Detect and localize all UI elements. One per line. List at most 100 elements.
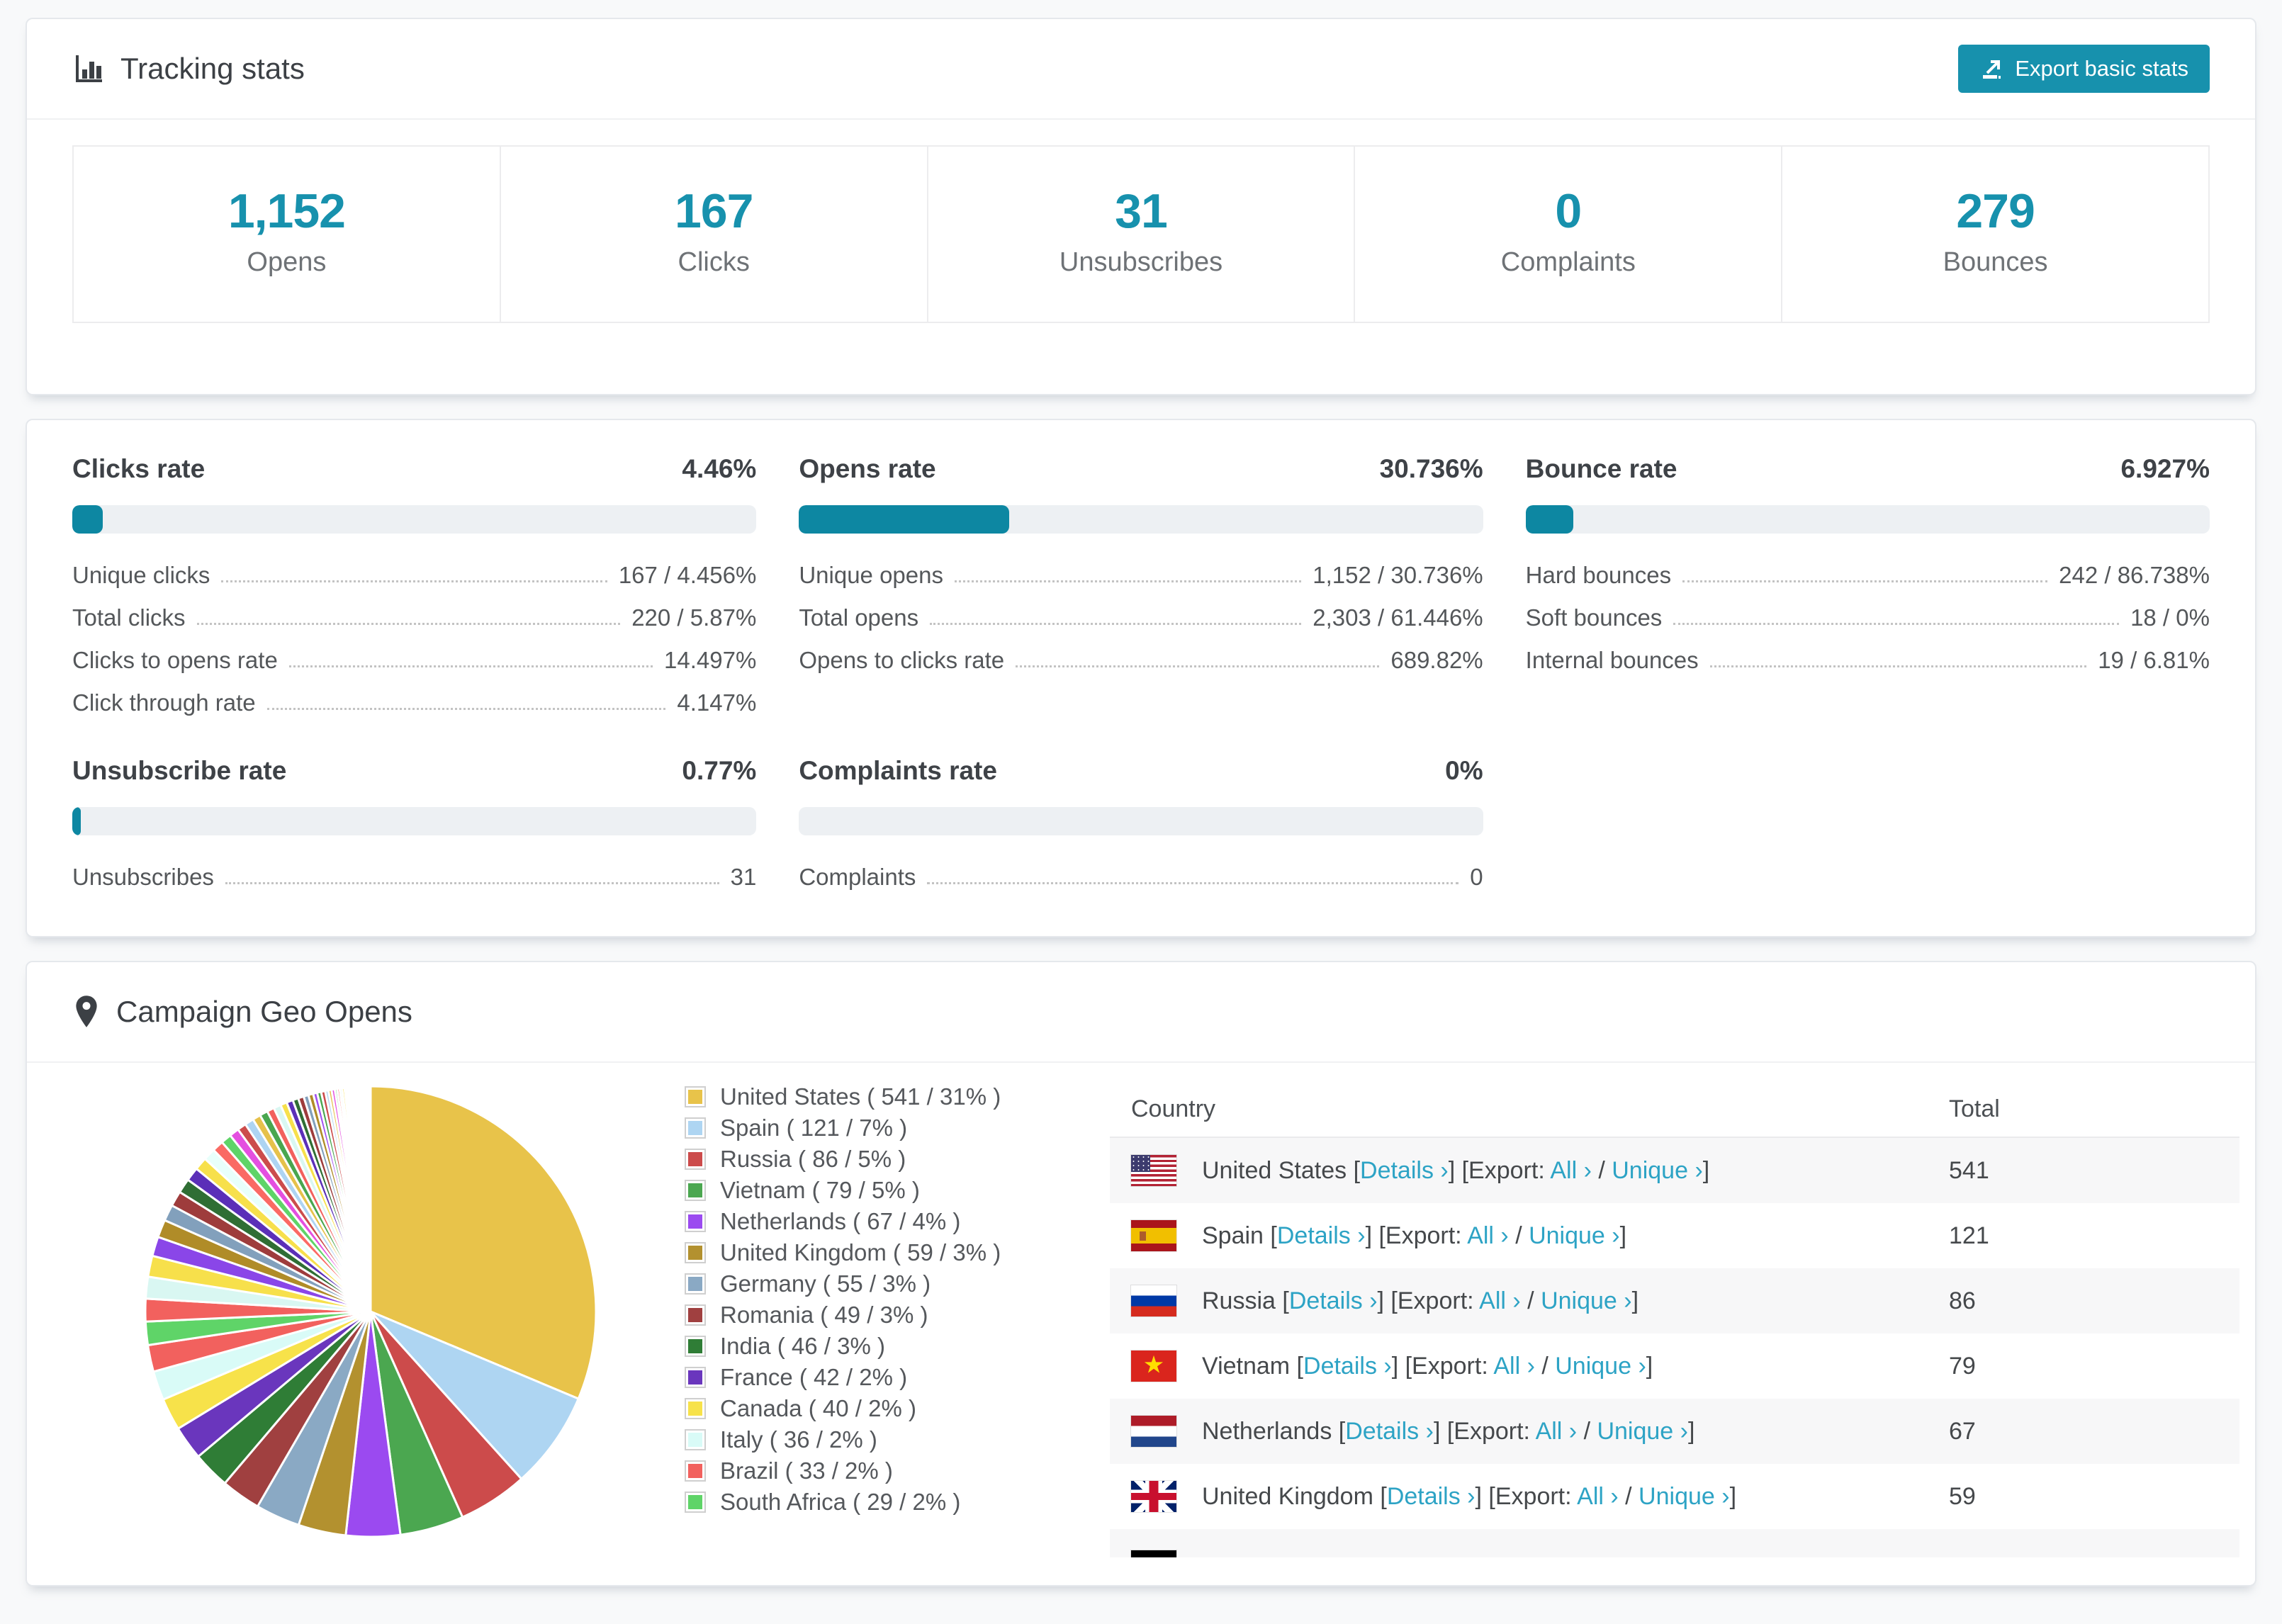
page-title: Tracking stats (120, 52, 305, 85)
bounce-rate-bar-fill (1525, 505, 1573, 534)
opens-rate-title: Opens rate (799, 454, 936, 483)
legend-item: South Africa ( 29 / 2% ) (685, 1487, 1081, 1518)
legend-label: Canada ( 40 / 2% ) (720, 1395, 916, 1421)
opens-rate-row: Total opens 2,303 / 61.446% (799, 604, 1483, 631)
stat-bounces-value: 279 (1956, 184, 2035, 238)
flag-gb-icon (1131, 1481, 1176, 1512)
details-link[interactable]: Details › (1360, 1157, 1449, 1184)
clicks-rate-title: Clicks rate (72, 454, 206, 483)
legend-item: Netherlands ( 67 / 4% ) (685, 1206, 1081, 1237)
dotted-leader (1682, 580, 2048, 582)
dotted-leader (1673, 623, 2120, 625)
complaints-rate-section: Complaints rate 0% Complaints 0 (799, 756, 1483, 891)
export-all-link[interactable]: All › (1493, 1353, 1535, 1380)
details-link[interactable]: Details › (1345, 1418, 1434, 1445)
export-unique-link[interactable]: Unique › (1555, 1353, 1646, 1380)
stat-clicks-value: 167 (674, 184, 753, 238)
dotted-leader (266, 708, 666, 710)
clicks-rate-row: Unique clicks 167 / 4.456% (72, 562, 757, 588)
bounce-rate-bar (1525, 505, 2210, 534)
bounce-rate-row: Hard bounces 242 / 86.738% (1525, 562, 2210, 588)
export-all-link[interactable]: All › (1577, 1483, 1619, 1510)
legend-item: Germany ( 55 / 3% ) (685, 1268, 1081, 1299)
clicks-rate-row: Clicks to opens rate 14.497% (72, 647, 757, 673)
legend-label: France ( 42 / 2% ) (720, 1364, 908, 1390)
export-unique-link[interactable]: Unique › (1597, 1418, 1688, 1445)
tracking-stats-title-wrap: Tracking stats (72, 52, 305, 86)
details-link[interactable]: Details › (1277, 1222, 1366, 1249)
export-basic-stats-button[interactable]: Export basic stats (1958, 45, 2210, 93)
stat-opens-value: 1,152 (227, 184, 346, 238)
export-all-link[interactable]: All › (1550, 1157, 1592, 1184)
bounce-rate-value: 6.927% (2120, 454, 2210, 483)
dotted-leader (288, 665, 653, 667)
legend-item: United Kingdom ( 59 / 3% ) (685, 1237, 1081, 1268)
unsubscribe-rate-title: Unsubscribe rate (72, 756, 287, 785)
export-unique-link[interactable]: Unique › (1639, 1483, 1730, 1510)
legend-swatch (685, 1180, 706, 1201)
bounce-rate-section: Bounce rate 6.927% Hard bounces 242 / 86… (1525, 454, 2210, 716)
unsubscribe-rate-section: Unsubscribe rate 0.77% Unsubscribes 31 (72, 756, 757, 891)
stat-clicks: 167 Clicks (501, 147, 928, 322)
clicks-rate-bar (72, 505, 757, 534)
details-link[interactable]: Details › (1289, 1287, 1378, 1314)
clicks-rate-bar-fill (72, 505, 103, 534)
tracking-stats-header: Tracking stats Export basic stats (27, 19, 2255, 118)
legend-item: United States ( 541 / 31% ) (685, 1081, 1081, 1112)
legend-swatch (685, 1336, 706, 1357)
opens-rate-value: 30.736% (1379, 454, 1483, 483)
row-total: 86 (1949, 1287, 1976, 1314)
flag-de-icon (1131, 1550, 1176, 1557)
export-unique-link[interactable]: Unique › (1529, 1222, 1620, 1249)
stat-complaints-label: Complaints (1500, 247, 1636, 277)
row-total: 541 (1949, 1156, 1989, 1184)
dotted-leader (1709, 665, 2087, 667)
export-all-link[interactable]: All › (1479, 1287, 1521, 1314)
legend-label: Spain ( 121 / 7% ) (720, 1115, 908, 1141)
row-total: 59 (1949, 1482, 1976, 1510)
page: Tracking stats Export basic stats 1,152 … (0, 0, 2282, 1586)
stat-bounces-label: Bounces (1943, 247, 2048, 277)
details-link[interactable]: Details › (1387, 1483, 1476, 1510)
complaints-rate-row: Complaints 0 (799, 864, 1483, 890)
geo-pie-wrap (140, 1081, 601, 1542)
export-all-link[interactable]: All › (1467, 1222, 1509, 1249)
legend-label: South Africa ( 29 / 2% ) (720, 1489, 961, 1515)
stat-bounces: 279 Bounces (1782, 147, 2208, 322)
rates-card: Clicks rate 4.46% Unique clicks 167 / 4.… (26, 419, 2256, 937)
legend-swatch (685, 1492, 706, 1513)
geo-legend: United States ( 541 / 31% ) Spain ( 121 … (685, 1081, 1081, 1518)
legend-label: Brazil ( 33 / 2% ) (720, 1457, 893, 1484)
legend-swatch (685, 1304, 706, 1326)
stat-unsubscribes-value: 31 (1115, 184, 1168, 238)
rates-grid: Clicks rate 4.46% Unique clicks 167 / 4.… (72, 454, 2210, 891)
dotted-leader (1016, 665, 1380, 667)
stat-clicks-label: Clicks (678, 247, 750, 277)
export-unique-link[interactable]: Unique › (1541, 1287, 1632, 1314)
geo-table-header: Country Total (1110, 1081, 2239, 1138)
export-unique-link[interactable]: Unique › (1612, 1157, 1703, 1184)
legend-swatch (685, 1211, 706, 1232)
table-row: Netherlands [Details ›] [Export: All › /… (1110, 1399, 2239, 1464)
legend-label: Romania ( 49 / 3% ) (720, 1302, 928, 1328)
clicks-rate-row: Click through rate 4.147% (72, 689, 757, 716)
clicks-rate-value: 4.46% (682, 454, 757, 483)
legend-item: Romania ( 49 / 3% ) (685, 1299, 1081, 1331)
export-all-link[interactable]: All › (1536, 1418, 1578, 1445)
legend-label: Russia ( 86 / 5% ) (720, 1146, 906, 1172)
legend-swatch (685, 1086, 706, 1107)
legend-swatch (685, 1149, 706, 1170)
complaints-rate-value: 0% (1445, 756, 1483, 785)
complaints-rate-title: Complaints rate (799, 756, 997, 785)
dotted-leader (927, 882, 1459, 884)
legend-item: Spain ( 121 / 7% ) (685, 1112, 1081, 1144)
legend-item: Vietnam ( 79 / 5% ) (685, 1175, 1081, 1206)
legend-item: Canada ( 40 / 2% ) (685, 1393, 1081, 1424)
geo-header: Campaign Geo Opens (27, 962, 2255, 1061)
flag-ru-icon (1131, 1285, 1176, 1316)
details-link[interactable]: Details › (1303, 1353, 1392, 1380)
legend-label: India ( 46 / 3% ) (720, 1333, 885, 1359)
bar-chart-icon (76, 55, 102, 82)
legend-swatch (685, 1117, 706, 1139)
export-icon (1983, 60, 2001, 79)
